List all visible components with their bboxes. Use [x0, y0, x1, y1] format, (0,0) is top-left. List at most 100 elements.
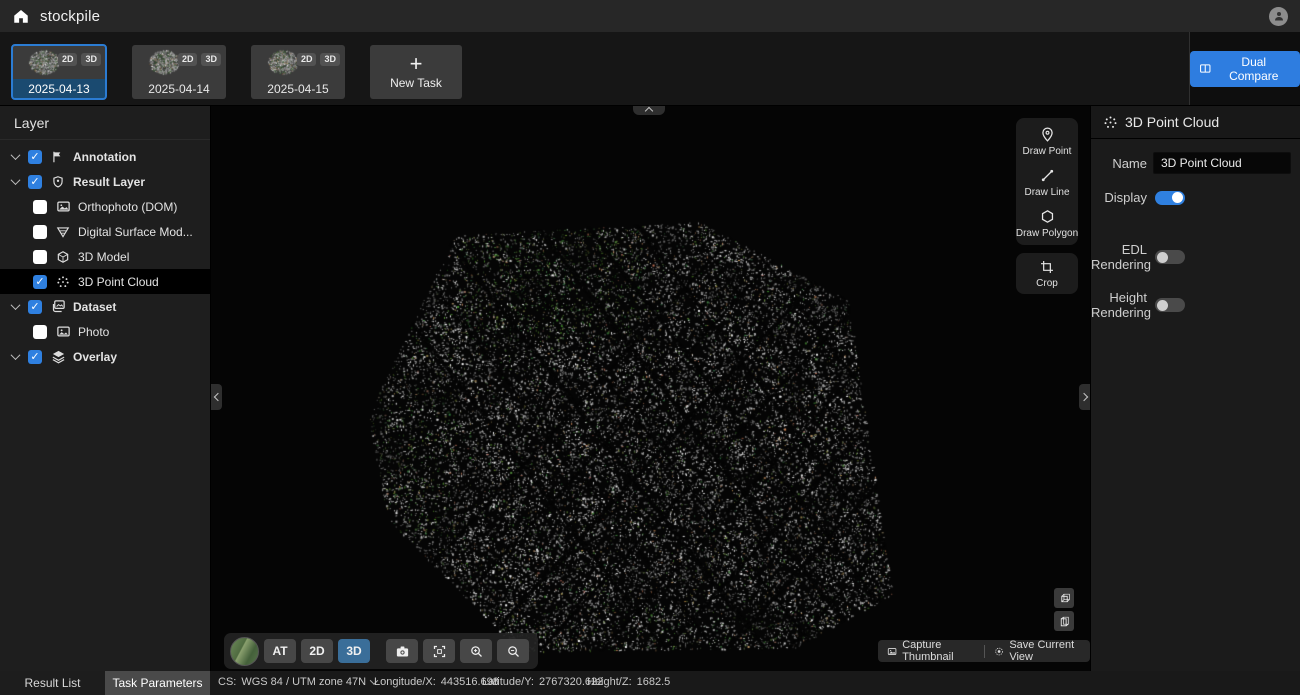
- draw-point-tool[interactable]: Draw Point: [1018, 126, 1076, 157]
- chevron-down-icon[interactable]: [11, 300, 21, 310]
- view-actions-pill: Capture Thumbnail Save Current View: [878, 640, 1090, 662]
- collapse-right-panel-handle[interactable]: [1079, 384, 1090, 410]
- app-window: stockpile 2D 3D 2025-04-13: [0, 0, 1300, 695]
- model-icon: [55, 249, 71, 265]
- point-cloud-render[interactable]: [211, 106, 1090, 671]
- draw-line-label: Draw Line: [1024, 187, 1069, 198]
- view-cube-perspective-button[interactable]: [1054, 588, 1074, 608]
- coordinate-system-selector[interactable]: CS: WGS 84 / UTM zone 47N: [218, 676, 377, 688]
- draw-line-tool[interactable]: Draw Line: [1018, 167, 1076, 198]
- checkbox-checked[interactable]: ✓: [28, 175, 42, 189]
- tab-result-list[interactable]: Result List: [0, 671, 105, 695]
- layer-item-dataset[interactable]: ✓ Dataset: [0, 294, 210, 319]
- name-row: Name: [1091, 152, 1291, 174]
- checkbox-checked[interactable]: ✓: [33, 275, 47, 289]
- tab-task-parameters[interactable]: Task Parameters: [105, 671, 210, 695]
- minimap-thumbnail[interactable]: [230, 637, 259, 666]
- height-readout: Height/Z:1682.5: [587, 676, 670, 688]
- checkbox-unchecked[interactable]: [33, 250, 47, 264]
- checkbox-unchecked[interactable]: [33, 225, 47, 239]
- view-cube-ortho-button[interactable]: [1054, 611, 1074, 631]
- task-date: 2025-04-15: [251, 79, 345, 99]
- layer-item-label: Photo: [78, 325, 109, 339]
- save-current-view-label: Save Current View: [1009, 639, 1081, 663]
- height-rendering-toggle[interactable]: [1155, 298, 1185, 312]
- view-2d-button[interactable]: 2D: [301, 639, 333, 663]
- task-thumbnail: 2D 3D: [12, 45, 106, 79]
- display-toggle[interactable]: [1155, 191, 1185, 205]
- checkbox-unchecked[interactable]: [33, 325, 47, 339]
- layer-item-3d-point-cloud[interactable]: ✓ 3D Point Cloud: [0, 269, 210, 294]
- layer-item-label: Result Layer: [73, 175, 145, 189]
- zoom-out-icon: [506, 644, 521, 659]
- draw-polygon-tool[interactable]: Draw Polygon: [1018, 208, 1076, 239]
- viewport-toolbar: AT 2D 3D: [224, 633, 538, 669]
- longitude-readout: Longitude/X:443516.698: [374, 676, 499, 688]
- draw-polygon-icon: [1039, 208, 1056, 225]
- chevron-down-icon[interactable]: [11, 175, 21, 185]
- view-cube-icon: [1058, 592, 1071, 605]
- photo-icon: [55, 324, 71, 340]
- layer-item-photo[interactable]: Photo: [0, 319, 210, 344]
- properties-title: 3D Point Cloud: [1125, 114, 1219, 130]
- draw-point-icon: [1039, 126, 1056, 143]
- capture-thumbnail-button[interactable]: Capture Thumbnail: [878, 640, 984, 662]
- point-cloud-icon: [55, 274, 71, 290]
- zoom-out-button[interactable]: [497, 639, 529, 663]
- name-input[interactable]: [1153, 152, 1291, 174]
- layer-item-label: Annotation: [73, 150, 136, 164]
- badge-3d: 3D: [201, 53, 221, 66]
- user-avatar-icon[interactable]: [1269, 7, 1288, 26]
- fit-view-button[interactable]: [423, 639, 455, 663]
- save-current-view-button[interactable]: Save Current View: [985, 640, 1090, 662]
- checkbox-unchecked[interactable]: [33, 200, 47, 214]
- collapse-left-panel-handle[interactable]: [211, 384, 222, 410]
- task-card-2025-04-14[interactable]: 2D 3D 2025-04-14: [132, 45, 226, 99]
- edl-rendering-toggle[interactable]: [1155, 250, 1185, 264]
- badge-2d: 2D: [297, 53, 317, 66]
- view-3d-button[interactable]: 3D: [338, 639, 370, 663]
- draw-line-icon: [1039, 167, 1056, 184]
- checkbox-checked[interactable]: ✓: [28, 350, 42, 364]
- edl-rendering-label: EDLRendering: [1091, 242, 1147, 272]
- chevron-left-icon: [213, 393, 221, 401]
- layer-item-annotation[interactable]: ✓ Annotation: [0, 144, 210, 169]
- layer-item-orthophoto[interactable]: Orthophoto (DOM): [0, 194, 210, 219]
- checkbox-checked[interactable]: ✓: [28, 300, 42, 314]
- badge-3d: 3D: [320, 53, 340, 66]
- chevron-down-icon[interactable]: [11, 350, 21, 360]
- camera-icon: [395, 644, 410, 659]
- dataset-icon: [50, 299, 66, 315]
- badge-2d: 2D: [58, 53, 78, 66]
- capture-thumbnail-icon: [887, 645, 897, 658]
- task-card-2025-04-13[interactable]: 2D 3D 2025-04-13: [12, 45, 106, 99]
- chevron-down-icon[interactable]: [11, 150, 21, 160]
- viewport-3d[interactable]: Draw Point Draw Line Draw Polygon Crop: [211, 106, 1090, 671]
- crop-tool-panel: Crop: [1016, 253, 1078, 294]
- task-card-2025-04-15[interactable]: 2D 3D 2025-04-15: [251, 45, 345, 99]
- crop-icon: [1039, 259, 1055, 275]
- badge-3d: 3D: [81, 53, 101, 66]
- task-date: 2025-04-14: [132, 79, 226, 99]
- new-task-button[interactable]: + New Task: [370, 45, 462, 99]
- layer-tree: ✓ Annotation ✓ Result Layer Orthophoto (…: [0, 144, 210, 369]
- badge-2d: 2D: [178, 53, 198, 66]
- home-icon[interactable]: [12, 7, 30, 25]
- at-view-button[interactable]: AT: [264, 639, 296, 663]
- checkbox-checked[interactable]: ✓: [28, 150, 42, 164]
- capture-thumbnail-label: Capture Thumbnail: [902, 639, 975, 663]
- screenshot-button[interactable]: [386, 639, 418, 663]
- draw-polygon-label: Draw Polygon: [1016, 228, 1078, 239]
- collapse-taskbar-handle[interactable]: [633, 106, 665, 115]
- zoom-in-button[interactable]: [460, 639, 492, 663]
- flag-icon: [50, 149, 66, 165]
- layer-item-dsm[interactable]: Digital Surface Mod...: [0, 219, 210, 244]
- result-layer-icon: [50, 174, 66, 190]
- layer-item-overlay[interactable]: ✓ Overlay: [0, 344, 210, 369]
- dual-compare-button[interactable]: Dual Compare: [1190, 51, 1300, 87]
- crop-tool[interactable]: Crop: [1018, 259, 1076, 289]
- layer-item-3d-model[interactable]: 3D Model: [0, 244, 210, 269]
- layer-item-result-layer[interactable]: ✓ Result Layer: [0, 169, 210, 194]
- properties-header: 3D Point Cloud: [1091, 106, 1300, 139]
- top-bar: stockpile: [0, 0, 1300, 32]
